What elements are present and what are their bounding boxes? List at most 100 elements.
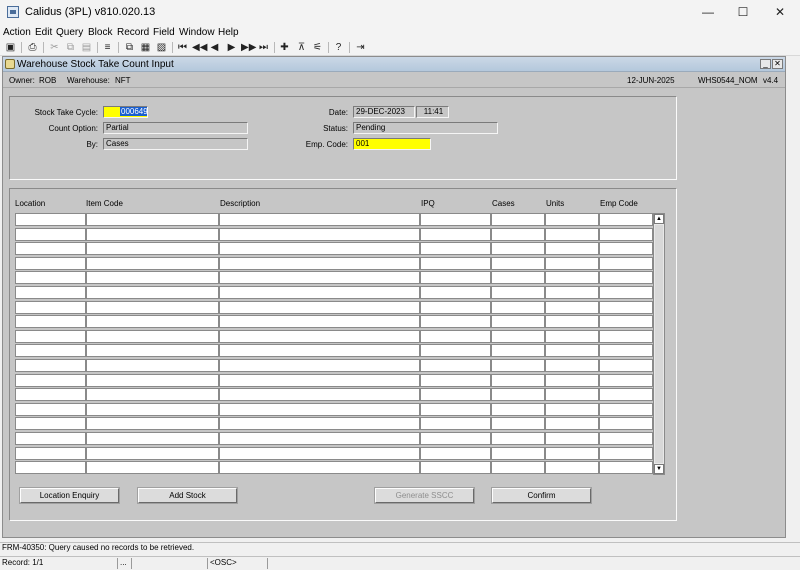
close-button[interactable]: ✕ bbox=[767, 3, 793, 21]
item-code-cell[interactable] bbox=[86, 432, 219, 445]
menu-help[interactable]: Help bbox=[218, 27, 239, 38]
emp-code-cell[interactable] bbox=[599, 417, 653, 431]
delete-record-icon[interactable]: ⊼ bbox=[295, 41, 308, 54]
location-cell[interactable] bbox=[15, 461, 86, 475]
description-cell[interactable] bbox=[219, 417, 420, 431]
location-cell[interactable] bbox=[15, 359, 86, 372]
units-cell[interactable] bbox=[545, 417, 599, 431]
item-code-cell[interactable] bbox=[86, 227, 219, 241]
ipq-cell[interactable] bbox=[420, 227, 491, 241]
location-cell[interactable] bbox=[15, 256, 86, 270]
emp-code-cell[interactable] bbox=[599, 256, 653, 270]
menu-edit[interactable]: Edit bbox=[35, 27, 52, 38]
location-enquiry-button[interactable]: Location Enquiry bbox=[19, 487, 120, 504]
ipq-cell[interactable] bbox=[420, 446, 491, 460]
emp-code-cell[interactable] bbox=[599, 373, 653, 387]
units-cell[interactable] bbox=[545, 344, 599, 358]
item-code-cell[interactable] bbox=[86, 388, 219, 402]
menu-window[interactable]: Window bbox=[179, 27, 215, 38]
first-record-icon[interactable]: ⏮ bbox=[176, 41, 189, 54]
maximize-button[interactable]: ☐ bbox=[730, 3, 756, 21]
emp-code-cell[interactable] bbox=[599, 359, 653, 372]
clear-icon[interactable]: ≡ bbox=[101, 41, 114, 54]
units-cell[interactable] bbox=[545, 373, 599, 387]
location-cell[interactable] bbox=[15, 329, 86, 343]
confirm-button[interactable]: Confirm bbox=[491, 487, 592, 504]
description-cell[interactable] bbox=[219, 461, 420, 475]
cases-cell[interactable] bbox=[491, 300, 545, 314]
cases-cell[interactable] bbox=[491, 271, 545, 285]
print-icon[interactable]: ⎙ bbox=[26, 41, 39, 54]
location-cell[interactable] bbox=[15, 300, 86, 314]
description-cell[interactable] bbox=[219, 271, 420, 285]
description-cell[interactable] bbox=[219, 242, 420, 256]
item-code-cell[interactable] bbox=[86, 315, 219, 329]
cases-cell[interactable] bbox=[491, 388, 545, 402]
description-cell[interactable] bbox=[219, 344, 420, 358]
item-code-cell[interactable] bbox=[86, 461, 219, 475]
minimize-button[interactable]: — bbox=[695, 3, 721, 21]
scroll-up-button[interactable]: ▲ bbox=[654, 214, 664, 224]
grid-scrollbar[interactable]: ▲ ▼ bbox=[653, 213, 665, 475]
ipq-cell[interactable] bbox=[420, 359, 491, 372]
previous-record-icon[interactable]: ◀ bbox=[208, 41, 221, 54]
emp-code-cell[interactable] bbox=[599, 446, 653, 460]
description-cell[interactable] bbox=[219, 286, 420, 299]
item-code-cell[interactable] bbox=[86, 242, 219, 256]
cut-icon[interactable]: ✂ bbox=[48, 41, 61, 54]
by-field[interactable]: Cases bbox=[103, 138, 248, 150]
emp-code-cell[interactable] bbox=[599, 227, 653, 241]
item-code-cell[interactable] bbox=[86, 271, 219, 285]
stock-take-cycle-field[interactable]: 000649 bbox=[103, 106, 148, 118]
item-code-cell[interactable] bbox=[86, 329, 219, 343]
form-close-button[interactable]: ✕ bbox=[772, 59, 783, 69]
location-cell[interactable] bbox=[15, 213, 86, 226]
ipq-cell[interactable] bbox=[420, 432, 491, 445]
emp-code-cell[interactable] bbox=[599, 242, 653, 256]
ipq-cell[interactable] bbox=[420, 256, 491, 270]
description-cell[interactable] bbox=[219, 213, 420, 226]
units-cell[interactable] bbox=[545, 213, 599, 226]
units-cell[interactable] bbox=[545, 359, 599, 372]
emp-code-cell[interactable] bbox=[599, 329, 653, 343]
next-block-icon[interactable]: ▶▶ bbox=[241, 41, 256, 54]
menu-query[interactable]: Query bbox=[56, 27, 83, 38]
cases-cell[interactable] bbox=[491, 286, 545, 299]
item-code-cell[interactable] bbox=[86, 373, 219, 387]
save-icon[interactable]: ▣ bbox=[4, 41, 17, 54]
ipq-cell[interactable] bbox=[420, 388, 491, 402]
units-cell[interactable] bbox=[545, 402, 599, 416]
cases-cell[interactable] bbox=[491, 344, 545, 358]
item-code-cell[interactable] bbox=[86, 300, 219, 314]
ipq-cell[interactable] bbox=[420, 286, 491, 299]
ipq-cell[interactable] bbox=[420, 461, 491, 475]
form-minimize-button[interactable]: _ bbox=[760, 59, 771, 69]
cases-cell[interactable] bbox=[491, 213, 545, 226]
cases-cell[interactable] bbox=[491, 402, 545, 416]
location-cell[interactable] bbox=[15, 227, 86, 241]
add-record-icon[interactable]: ✚ bbox=[278, 41, 291, 54]
ipq-cell[interactable] bbox=[420, 329, 491, 343]
units-cell[interactable] bbox=[545, 227, 599, 241]
location-cell[interactable] bbox=[15, 286, 86, 299]
units-cell[interactable] bbox=[545, 329, 599, 343]
description-cell[interactable] bbox=[219, 227, 420, 241]
units-cell[interactable] bbox=[545, 271, 599, 285]
location-cell[interactable] bbox=[15, 344, 86, 358]
emp-code-cell[interactable] bbox=[599, 271, 653, 285]
cases-cell[interactable] bbox=[491, 227, 545, 241]
ipq-cell[interactable] bbox=[420, 373, 491, 387]
cases-cell[interactable] bbox=[491, 315, 545, 329]
emp-code-cell[interactable] bbox=[599, 213, 653, 226]
ipq-cell[interactable] bbox=[420, 242, 491, 256]
ipq-cell[interactable] bbox=[420, 315, 491, 329]
paste-icon[interactable]: ▤ bbox=[80, 41, 93, 54]
item-code-cell[interactable] bbox=[86, 256, 219, 270]
copy-icon[interactable]: ⧉ bbox=[64, 41, 77, 54]
item-code-cell[interactable] bbox=[86, 344, 219, 358]
menu-action[interactable]: Action bbox=[3, 27, 31, 38]
last-record-icon[interactable]: ⏭ bbox=[257, 41, 270, 54]
emp-code-cell[interactable] bbox=[599, 286, 653, 299]
units-cell[interactable] bbox=[545, 300, 599, 314]
emp-code-cell[interactable] bbox=[599, 300, 653, 314]
